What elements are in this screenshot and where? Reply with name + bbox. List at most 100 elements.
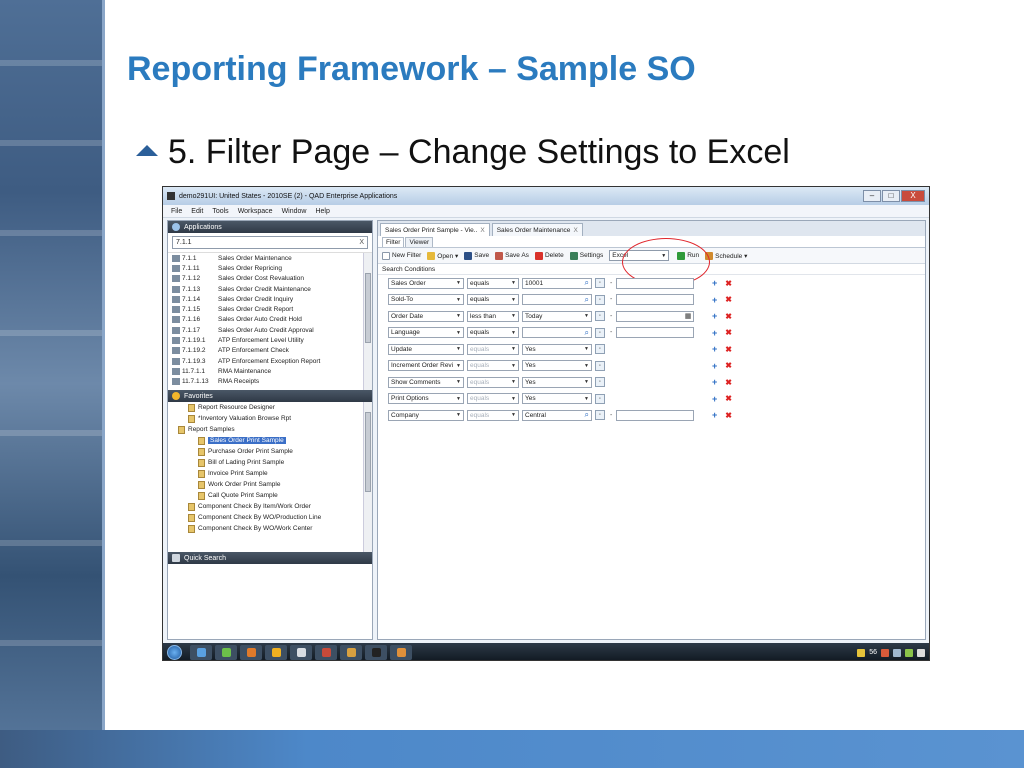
close-button[interactable]: X bbox=[901, 190, 925, 202]
volume-icon[interactable] bbox=[917, 648, 925, 657]
condition-operator-select[interactable]: less than ▼ bbox=[467, 310, 519, 322]
expression-builder-icon[interactable]: ◦ bbox=[595, 393, 605, 404]
condition-value-input[interactable]: 10001 ⌕ bbox=[522, 277, 592, 289]
remove-condition-icon[interactable]: ✖ bbox=[725, 345, 732, 354]
search-icon[interactable]: ⌕ bbox=[585, 328, 589, 337]
taskbar-app-button[interactable] bbox=[190, 645, 212, 660]
application-list-item[interactable]: 7.1.17 Sales Order Auto Credit Approval bbox=[168, 325, 372, 335]
add-condition-icon[interactable]: + bbox=[712, 377, 717, 387]
application-list-item[interactable]: 11.7.1.1 RMA Maintenance bbox=[168, 366, 372, 376]
application-list-item[interactable]: 7.1.19.2 ATP Enforcement Check bbox=[168, 346, 372, 356]
condition-field-select[interactable]: Language ▼ bbox=[388, 327, 464, 339]
application-list-item[interactable]: 7.1.15 Sales Order Credit Report bbox=[168, 304, 372, 314]
application-list-item[interactable]: 7.1.1 Sales Order Maintenance bbox=[168, 253, 372, 263]
condition-operator-select[interactable]: equals ▼ bbox=[467, 327, 519, 339]
tray-icon[interactable] bbox=[893, 648, 901, 657]
remove-condition-icon[interactable]: ✖ bbox=[725, 378, 732, 387]
maximize-button[interactable]: □ bbox=[882, 190, 900, 202]
condition-range-end-input[interactable]: ▦ bbox=[616, 310, 695, 322]
menu-workspace[interactable]: Workspace bbox=[238, 208, 273, 215]
expression-builder-icon[interactable]: ◦ bbox=[595, 344, 605, 355]
favorites-item[interactable]: Component Check By WO/Work Center bbox=[168, 523, 372, 534]
condition-field-select[interactable]: Increment Order Revi ▼ bbox=[388, 360, 464, 372]
favorites-header[interactable]: Favorites bbox=[168, 390, 372, 402]
condition-value-input[interactable]: Today ▼ bbox=[522, 310, 592, 322]
add-condition-icon[interactable]: + bbox=[712, 311, 717, 321]
favorites-item[interactable]: Component Check By WO/Production Line bbox=[168, 512, 372, 523]
application-list-item[interactable]: 7.1.16 Sales Order Auto Credit Hold bbox=[168, 315, 372, 325]
menu-tools[interactable]: Tools bbox=[212, 208, 228, 215]
remove-condition-icon[interactable]: ✖ bbox=[725, 312, 732, 321]
condition-value-input[interactable]: ⌕ bbox=[522, 294, 592, 306]
chevron-down-icon[interactable]: ▼ bbox=[584, 396, 589, 402]
chevron-down-icon[interactable]: ▼ bbox=[584, 379, 589, 385]
menu-window[interactable]: Window bbox=[282, 208, 307, 215]
search-icon[interactable]: ⌕ bbox=[585, 411, 589, 420]
condition-value-input[interactable]: Yes ▼ bbox=[522, 360, 592, 372]
condition-range-end-input[interactable] bbox=[616, 277, 695, 289]
chevron-down-icon[interactable]: ▼ bbox=[584, 346, 589, 352]
application-list-item[interactable]: 7.1.12 Sales Order Cost Revaluation bbox=[168, 274, 372, 284]
tab-sales-order-maintenance[interactable]: Sales Order Maintenance X bbox=[491, 223, 583, 236]
add-condition-icon[interactable]: + bbox=[712, 410, 717, 420]
quick-search-header[interactable]: Quick Search bbox=[168, 552, 372, 564]
condition-value-input[interactable]: Yes ▼ bbox=[522, 393, 592, 405]
application-list-scrollbar[interactable] bbox=[363, 253, 372, 390]
scrollbar-thumb[interactable] bbox=[365, 273, 371, 343]
application-list-item[interactable]: 7.1.19.3 ATP Enforcement Exception Report bbox=[168, 356, 372, 366]
start-button[interactable] bbox=[167, 645, 182, 660]
application-list-item[interactable]: 7.1.11 Sales Order Repricing bbox=[168, 263, 372, 273]
taskbar-app-button[interactable] bbox=[390, 645, 412, 660]
tab-close-icon[interactable]: X bbox=[573, 227, 577, 234]
condition-field-select[interactable]: Update ▼ bbox=[388, 343, 464, 355]
add-condition-icon[interactable]: + bbox=[712, 295, 717, 305]
expression-builder-icon[interactable]: ◦ bbox=[595, 327, 605, 338]
tab-close-icon[interactable]: X bbox=[480, 227, 484, 234]
search-icon[interactable]: ⌕ bbox=[585, 279, 589, 288]
applications-header[interactable]: Applications bbox=[168, 221, 372, 233]
favorites-scrollbar[interactable] bbox=[363, 402, 372, 552]
taskbar-app-button[interactable] bbox=[215, 645, 237, 660]
taskbar-app-button[interactable] bbox=[315, 645, 337, 660]
remove-condition-icon[interactable]: ✖ bbox=[725, 328, 732, 337]
add-condition-icon[interactable]: + bbox=[712, 278, 717, 288]
favorites-item[interactable]: Call Quote Print Sample bbox=[168, 490, 372, 501]
add-condition-icon[interactable]: + bbox=[712, 361, 717, 371]
condition-value-input[interactable]: Central ⌕ bbox=[522, 409, 592, 421]
taskbar-app-button[interactable] bbox=[290, 645, 312, 660]
open-button[interactable]: Open ▾ bbox=[427, 251, 458, 260]
taskbar-app-button[interactable] bbox=[365, 645, 387, 660]
condition-field-select[interactable]: Sales Order ▼ bbox=[388, 277, 464, 289]
favorites-item[interactable]: *Inventory Valuation Browse Rpt bbox=[168, 413, 372, 424]
condition-value-input[interactable]: Yes ▼ bbox=[522, 343, 592, 355]
condition-value-input[interactable]: ⌕ bbox=[522, 327, 592, 339]
expression-builder-icon[interactable]: ◦ bbox=[595, 377, 605, 388]
tab-sales-order-print-sample[interactable]: Sales Order Print Sample - Vie.. X bbox=[380, 223, 490, 236]
favorites-item[interactable]: Report Samples bbox=[168, 424, 372, 435]
favorites-item[interactable]: Component Check By Item/Work Order bbox=[168, 501, 372, 512]
application-list-item[interactable]: 7.1.19.1 ATP Enforcement Level Utility bbox=[168, 335, 372, 345]
remove-condition-icon[interactable]: ✖ bbox=[725, 279, 732, 288]
schedule-button[interactable]: Schedule ▾ bbox=[705, 251, 747, 260]
condition-field-select[interactable]: Order Date ▼ bbox=[388, 310, 464, 322]
calendar-icon[interactable]: ▦ bbox=[685, 312, 692, 320]
expression-builder-icon[interactable]: ◦ bbox=[595, 311, 605, 322]
favorites-item[interactable]: Invoice Print Sample bbox=[168, 468, 372, 479]
remove-condition-icon[interactable]: ✖ bbox=[725, 361, 732, 370]
favorites-item[interactable]: Work Order Print Sample bbox=[168, 479, 372, 490]
expression-builder-icon[interactable]: ◦ bbox=[595, 278, 605, 289]
settings-button[interactable]: Settings bbox=[569, 251, 603, 260]
favorites-item[interactable]: Purchase Order Print Sample bbox=[168, 446, 372, 457]
condition-operator-select[interactable]: equals ▼ bbox=[467, 294, 519, 306]
chevron-down-icon[interactable]: ▼ bbox=[584, 363, 589, 369]
tray-icon[interactable] bbox=[857, 648, 866, 657]
remove-condition-icon[interactable]: ✖ bbox=[725, 295, 732, 304]
expression-builder-icon[interactable]: ◦ bbox=[595, 360, 605, 371]
condition-field-select[interactable]: Print Options ▼ bbox=[388, 393, 464, 405]
scrollbar-thumb[interactable] bbox=[365, 412, 371, 492]
remove-condition-icon[interactable]: ✖ bbox=[725, 411, 732, 420]
tray-icon[interactable] bbox=[881, 648, 889, 657]
menu-edit[interactable]: Edit bbox=[191, 208, 203, 215]
application-list-item[interactable]: 11.7.1.13 RMA Receipts bbox=[168, 377, 372, 387]
chevron-down-icon[interactable]: ▼ bbox=[584, 313, 589, 319]
